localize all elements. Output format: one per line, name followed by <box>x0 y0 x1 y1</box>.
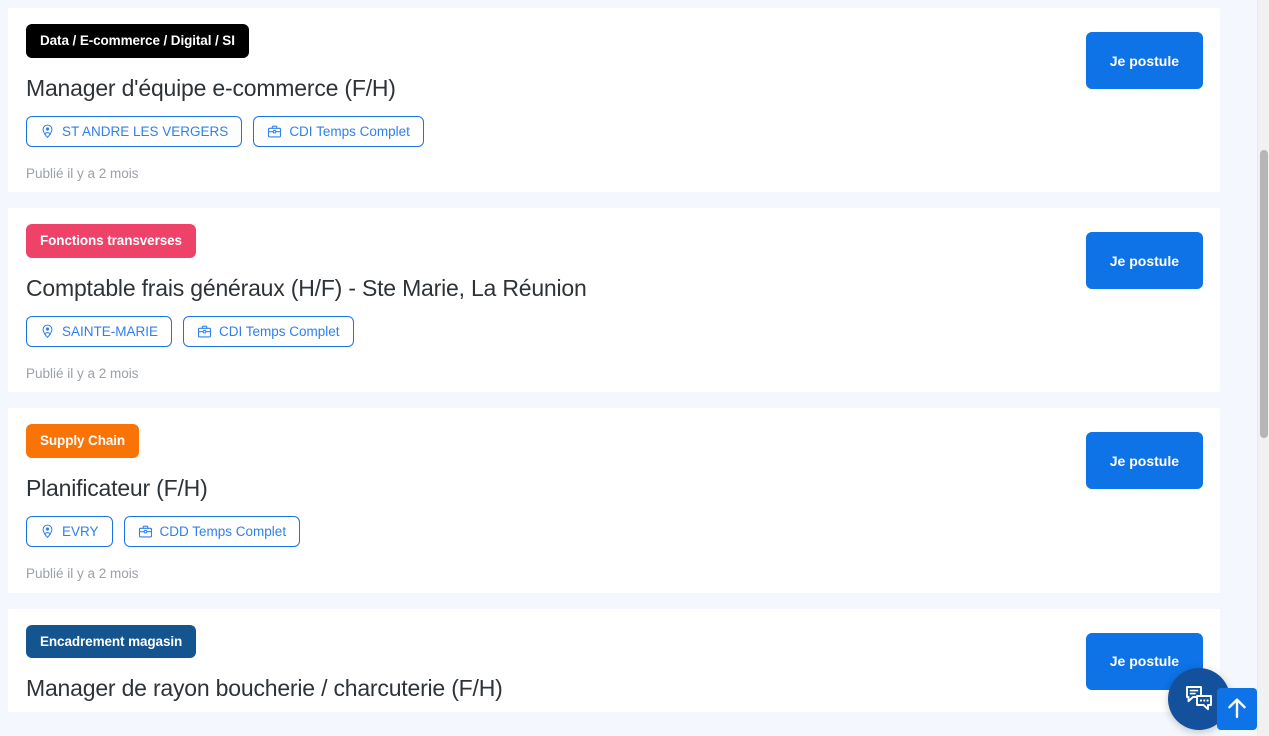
job-title[interactable]: Planificateur (F/H) <box>26 475 1056 502</box>
job-card-body: Fonctions transverses Comptable frais gén… <box>26 224 1056 382</box>
job-title[interactable]: Comptable frais généraux (H/F) - Ste Mar… <box>26 275 1056 302</box>
location-pin-icon <box>40 124 55 139</box>
job-card[interactable]: Data / E-commerce / Digital / SI Manager … <box>8 8 1220 193</box>
briefcase-icon <box>267 124 282 139</box>
job-location-label: ST ANDRE LES VERGERS <box>62 123 229 139</box>
chat-bubbles-icon <box>1184 684 1214 715</box>
location-pin-icon <box>40 524 55 539</box>
apply-button[interactable]: Je postule <box>1085 232 1203 290</box>
job-card[interactable]: Encadrement magasin Manager de rayon bouc… <box>8 608 1220 713</box>
job-category-badge: Encadrement magasin <box>26 624 197 659</box>
job-location-pill[interactable]: SAINTE-MARIE <box>26 315 173 348</box>
job-category-badge: Data / E-commerce / Digital / SI <box>26 24 249 58</box>
job-contract-pill[interactable]: CDI Temps Complet <box>253 115 424 148</box>
briefcase-icon <box>197 324 212 339</box>
job-published-date: Publié il y a 2 mois <box>26 366 139 382</box>
job-list: Data / E-commerce / Digital / SI Manager … <box>0 0 1257 713</box>
job-contract-pill[interactable]: CDD Temps Complet <box>123 515 301 548</box>
job-location-label: SAINTE-MARIE <box>62 323 159 339</box>
job-category-badge: Supply Chain <box>26 424 140 458</box>
job-contract-pill[interactable]: CDI Temps Complet <box>183 315 354 348</box>
job-meta-pills: SAINTE-MARIE CDI Temps Complet <box>26 315 1056 348</box>
job-published-date: Publié il y a 2 mois <box>26 566 139 582</box>
job-title[interactable]: Manager d'équipe e-commerce (F/H) <box>26 75 1056 102</box>
job-location-pill[interactable]: EVRY <box>26 515 113 548</box>
job-location-label: EVRY <box>62 523 99 539</box>
job-list-viewport[interactable]: Data / E-commerce / Digital / SI Manager … <box>0 0 1257 736</box>
job-card[interactable]: Supply Chain Planificateur (F/H) EVRY CDD T… <box>8 408 1220 593</box>
job-card-body: Supply Chain Planificateur (F/H) EVRY CDD T… <box>26 424 1056 582</box>
scroll-to-top-button[interactable] <box>1217 688 1257 730</box>
apply-button[interactable]: Je postule <box>1085 432 1203 490</box>
job-contract-label: CDI Temps Complet <box>289 123 410 139</box>
job-title[interactable]: Manager de rayon boucherie / charcuterie… <box>26 675 1056 702</box>
job-card-body: Data / E-commerce / Digital / SI Manager … <box>26 24 1056 182</box>
job-meta-pills: ST ANDRE LES VERGERS CDI Temps Complet <box>26 115 1056 148</box>
job-category-badge: Fonctions transverses <box>26 224 196 258</box>
job-published-date: Publié il y a 2 mois <box>26 166 139 182</box>
job-contract-label: CDI Temps Complet <box>219 323 340 339</box>
job-meta-pills: EVRY CDD Temps Complet <box>26 515 1056 548</box>
arrow-up-icon <box>1226 696 1248 723</box>
job-card-body: Encadrement magasin Manager de rayon bouc… <box>26 624 1056 703</box>
job-card[interactable]: Fonctions transverses Comptable frais gén… <box>8 208 1220 393</box>
briefcase-icon <box>138 524 153 539</box>
page-scrollbar-thumb[interactable] <box>1260 150 1268 438</box>
apply-button[interactable]: Je postule <box>1085 32 1203 89</box>
job-contract-label: CDD Temps Complet <box>159 523 287 539</box>
job-location-pill[interactable]: ST ANDRE LES VERGERS <box>26 115 243 148</box>
location-pin-icon <box>40 324 55 339</box>
page-scrollbar-track[interactable] <box>1257 0 1269 736</box>
